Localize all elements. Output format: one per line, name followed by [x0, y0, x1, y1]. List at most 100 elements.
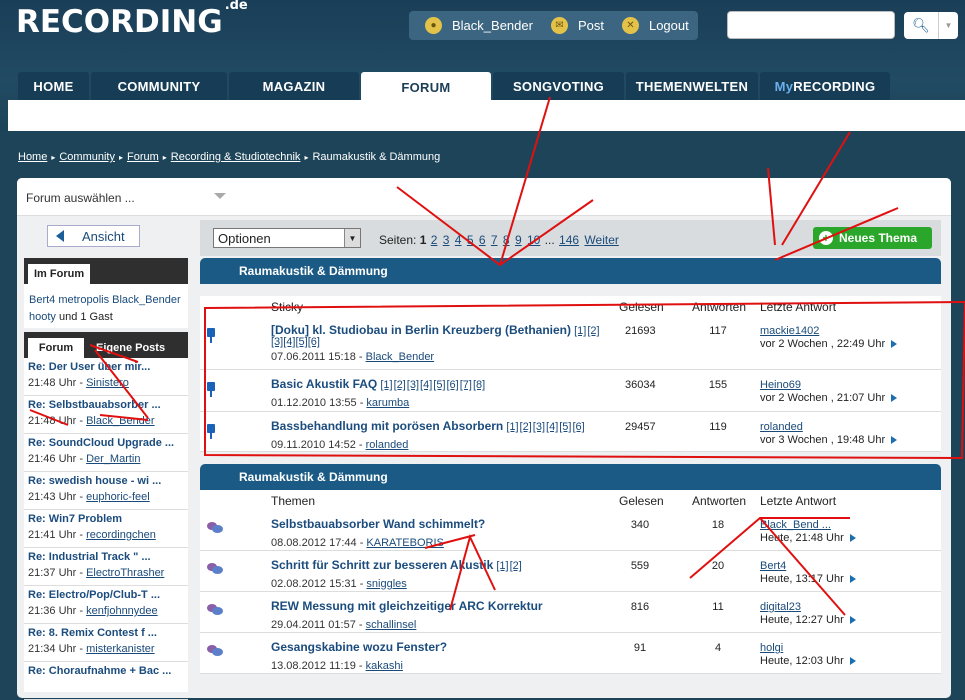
goto-arrow-icon[interactable]	[849, 534, 856, 543]
topic-page-link[interactable]: [5]	[559, 421, 571, 433]
crumb-community[interactable]: Community	[59, 151, 115, 163]
ansicht-button[interactable]: Ansicht	[47, 225, 140, 247]
crumb-recording[interactable]: Recording & Studiotechnik	[171, 151, 301, 163]
topic-page-link[interactable]: [1]	[506, 421, 518, 433]
goto-arrow-icon[interactable]	[849, 657, 856, 666]
tab-forum-posts[interactable]: Forum	[28, 338, 84, 358]
topic-page-link[interactable]: [2]	[510, 560, 522, 572]
topic-link[interactable]: Selbstbauabsorber Wand schimmelt?	[271, 517, 485, 531]
topic-page-link[interactable]: [6]	[572, 421, 584, 433]
post-title[interactable]: Re: 8. Remix Contest f ...	[28, 627, 184, 639]
tab-community[interactable]: COMMUNITY	[91, 72, 227, 100]
user-link[interactable]: ● Black_Bender	[425, 17, 533, 34]
post-user-link[interactable]: recordingchen	[86, 529, 156, 541]
tab-songvoting[interactable]: SONGVOTING	[493, 72, 624, 100]
last-reply-user[interactable]: digital23	[760, 601, 801, 613]
sticky-row[interactable]: [Doku] kl. Studiobau in Berlin Kreuzberg…	[200, 316, 941, 370]
topic-page-link[interactable]: [7]	[460, 379, 472, 391]
post-link[interactable]: ✉ Post	[550, 17, 604, 34]
topic-page-link[interactable]: [8]	[473, 379, 485, 391]
page-link[interactable]: 7	[491, 233, 498, 247]
topic-page-link[interactable]: [5]	[433, 379, 445, 391]
page-link[interactable]: 146	[559, 233, 579, 247]
tab-themenwelten[interactable]: THEMENWELTEN	[626, 72, 758, 100]
goto-arrow-icon[interactable]	[891, 394, 898, 403]
chevron-down-icon[interactable]: ▼	[938, 12, 958, 39]
online-users[interactable]: Bert4 metropolis Black_Bender	[29, 292, 183, 309]
last-reply-user[interactable]: Heino69	[760, 379, 801, 391]
crumb-home[interactable]: Home	[18, 151, 47, 163]
list-item[interactable]: Re: Choraufnahme + Bac ...	[24, 662, 188, 700]
topic-page-link[interactable]: [3]	[407, 379, 419, 391]
topic-page-link[interactable]: [4]	[420, 379, 432, 391]
topic-page-link[interactable]: [3]	[533, 421, 545, 433]
list-item[interactable]: Re: swedish house - wi ... 21:43 Uhr - eu…	[24, 472, 188, 510]
list-item[interactable]: Re: Win7 Problem 21:41 Uhr - recordingche…	[24, 510, 188, 548]
page-link[interactable]: 10	[527, 233, 540, 247]
topic-page-link[interactable]: [4]	[283, 336, 295, 348]
page-link[interactable]: 5	[467, 233, 474, 247]
topic-link[interactable]: Basic Akustik FAQ	[271, 377, 377, 391]
page-link[interactable]: 3	[443, 233, 450, 247]
table-row[interactable]: Gesangskabine wozu Fenster? 13.08.2012 11…	[200, 633, 941, 674]
post-title[interactable]: Re: Industrial Track " ...	[28, 551, 184, 563]
topic-page-link[interactable]: [2]	[587, 325, 599, 337]
author-link[interactable]: karumba	[366, 397, 409, 409]
post-title[interactable]: Re: Win7 Problem	[28, 513, 184, 525]
topic-page-link[interactable]: [6]	[308, 336, 320, 348]
author-link[interactable]: Black_Bender	[366, 351, 435, 363]
table-row[interactable]: Selbstbauabsorber Wand schimmelt? 08.08.2…	[200, 510, 941, 551]
goto-arrow-icon[interactable]	[849, 575, 856, 584]
search-input[interactable]	[727, 11, 895, 39]
post-user-link[interactable]: Black_Bender	[86, 415, 155, 427]
goto-arrow-icon[interactable]	[891, 436, 898, 445]
topic-link[interactable]: Schritt für Schritt zur besseren Akustik	[271, 558, 493, 572]
sticky-row[interactable]: Basic Akustik FAQ [1][2][3][4][5][6][7][…	[200, 370, 941, 412]
topic-page-link[interactable]: [2]	[520, 421, 532, 433]
tab-myrecording[interactable]: My RECORDING	[760, 72, 890, 100]
site-logo[interactable]: RECORDING .de	[16, 0, 248, 40]
forum-select[interactable]: Forum auswählen ...	[17, 178, 951, 216]
post-title[interactable]: Re: Selbstbauabsorber ...	[28, 399, 184, 411]
post-title[interactable]: Re: SoundCloud Upgrade ...	[28, 437, 184, 449]
page-link[interactable]: 8	[503, 233, 510, 247]
goto-arrow-icon[interactable]	[891, 340, 898, 349]
topic-link[interactable]: Bassbehandlung mit porösen Absorbern	[271, 419, 503, 433]
online-user-hooty[interactable]: hooty	[29, 311, 56, 323]
im-forum-tab[interactable]: Im Forum	[28, 264, 91, 284]
author-link[interactable]: kakashi	[366, 660, 403, 672]
list-item[interactable]: Re: 8. Remix Contest f ... 21:34 Uhr - mi…	[24, 624, 188, 662]
author-link[interactable]: KARATEBORIS	[366, 537, 443, 549]
table-row[interactable]: REW Messung mit gleichzeitiger ARC Korre…	[200, 592, 941, 633]
goto-arrow-icon[interactable]	[849, 616, 856, 625]
post-user-link[interactable]: misterkanister	[86, 643, 154, 655]
new-thread-button[interactable]: + Neues Thema	[813, 227, 932, 249]
topic-page-link[interactable]: [5]	[295, 336, 307, 348]
post-user-link[interactable]: Sinistero	[86, 377, 129, 389]
topic-page-link[interactable]: [1]	[496, 560, 508, 572]
post-user-link[interactable]: ElectroThrasher	[86, 567, 164, 579]
table-row[interactable]: Schritt für Schritt zur besseren Akustik…	[200, 551, 941, 592]
sticky-row[interactable]: Bassbehandlung mit porösen Absorbern [1]…	[200, 412, 941, 452]
search-button[interactable]: 🔍︎ ▼	[904, 12, 958, 39]
topic-page-link[interactable]: [2]	[394, 379, 406, 391]
author-link[interactable]: sniggles	[366, 578, 406, 590]
topic-page-link[interactable]: [6]	[447, 379, 459, 391]
page-link[interactable]: 6	[479, 233, 486, 247]
tab-home[interactable]: HOME	[18, 72, 89, 100]
page-link[interactable]: 4	[455, 233, 462, 247]
next-page-link[interactable]: Weiter	[584, 233, 618, 247]
last-reply-user[interactable]: holgi	[760, 642, 783, 654]
list-item[interactable]: Re: Electro/Pop/Club-T ... 21:36 Uhr - ke…	[24, 586, 188, 624]
author-link[interactable]: rolanded	[366, 439, 409, 451]
crumb-forum[interactable]: Forum	[127, 151, 159, 163]
topic-link[interactable]: REW Messung mit gleichzeitiger ARC Korre…	[271, 599, 543, 613]
last-reply-user[interactable]: rolanded	[760, 421, 803, 433]
tab-magazin[interactable]: MAGAZIN	[229, 72, 359, 100]
post-title[interactable]: Re: swedish house - wi ...	[28, 475, 184, 487]
post-title[interactable]: Re: Der User über mir...	[28, 361, 184, 373]
topic-page-link[interactable]: [3]	[271, 336, 283, 348]
post-user-link[interactable]: euphoric-feel	[86, 491, 150, 503]
last-reply-user[interactable]: mackie1402	[760, 325, 819, 337]
tab-forum[interactable]: FORUM	[361, 72, 491, 102]
